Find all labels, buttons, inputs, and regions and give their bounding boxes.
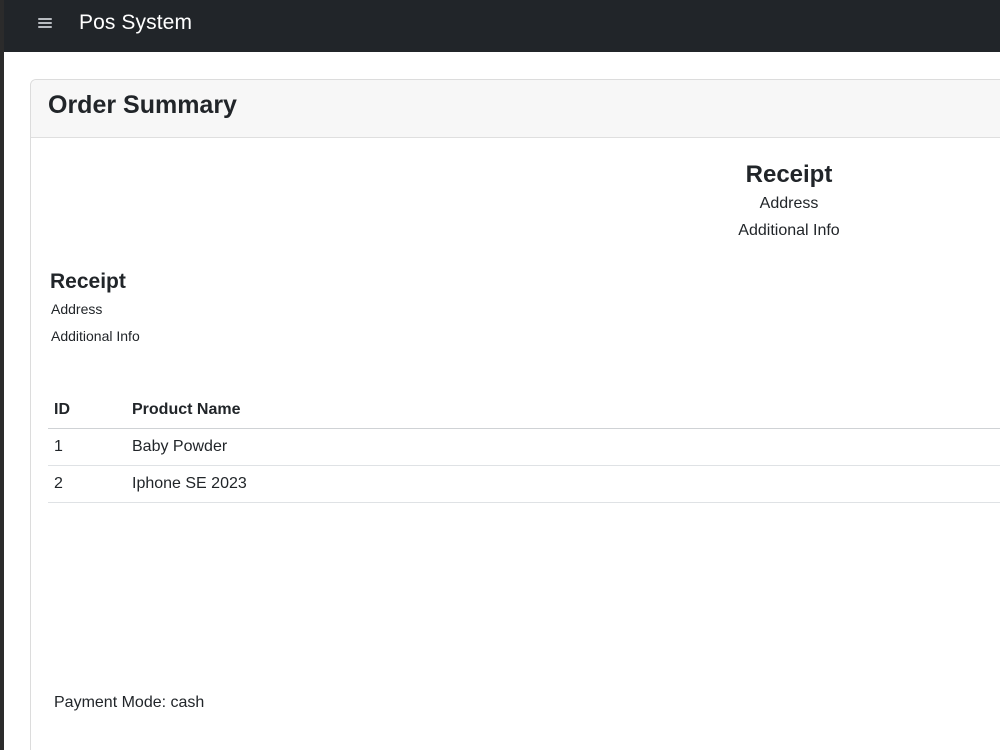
receipt-header-left: Receipt Address Additional Info <box>50 268 140 350</box>
top-navbar: Pos System <box>4 0 1000 52</box>
brand-title[interactable]: Pos System <box>79 11 192 35</box>
hamburger-menu-icon[interactable] <box>38 16 52 30</box>
receipt-additional-info: Additional Info <box>51 328 140 344</box>
receipt-additional-info: Additional Info <box>738 222 840 239</box>
column-header-id: ID <box>48 392 126 429</box>
cell-id: 1 <box>48 428 126 466</box>
receipt-address: Address <box>51 301 103 317</box>
table-row: 1 Baby Powder <box>48 428 1000 466</box>
receipt-header-centered: Receipt Address Additional Info <box>704 160 874 244</box>
card-header: Order Summary <box>31 80 1000 138</box>
table-header-row: ID Product Name <box>48 392 1000 429</box>
app-window: Pos System Order Summary Receipt Address… <box>4 0 1000 750</box>
cell-product-name: Baby Powder <box>126 428 1000 466</box>
receipt-title: Receipt <box>50 270 126 293</box>
cell-id: 2 <box>48 465 126 503</box>
receipt-title: Receipt <box>745 161 833 188</box>
table-row: 2 Iphone SE 2023 <box>48 465 1000 503</box>
cell-product-name: Iphone SE 2023 <box>126 465 1000 503</box>
order-items-table: ID Product Name 1 Baby Powder 2 Iphone S… <box>48 392 1000 503</box>
receipt-address: Address <box>759 195 819 212</box>
payment-mode: Payment Mode: cash <box>54 694 205 711</box>
column-header-product-name: Product Name <box>126 392 1000 429</box>
page-title: Order Summary <box>48 91 237 119</box>
